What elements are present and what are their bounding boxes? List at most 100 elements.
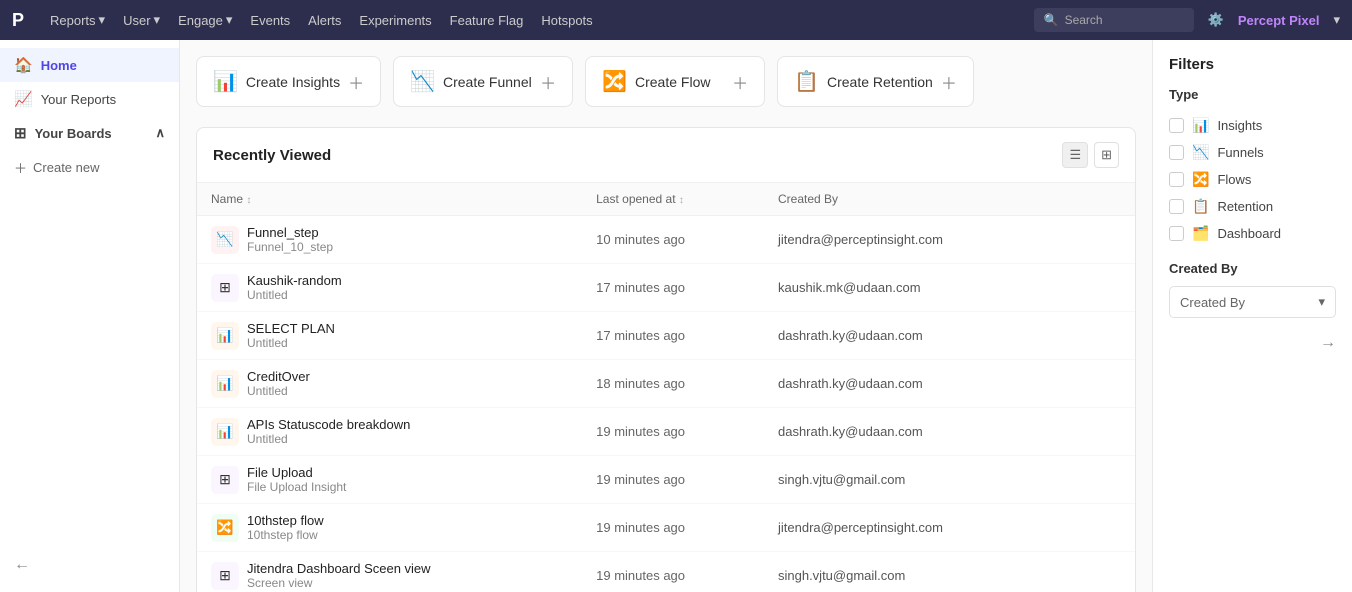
item-type-icon: ⊞ <box>211 466 239 494</box>
item-name: APIs Statuscode breakdown <box>247 417 410 432</box>
item-cell: 📉 Funnel_step Funnel_10_step <box>211 225 568 254</box>
last-opened-sort-icon: ↕ <box>679 195 684 206</box>
item-type-icon: ⊞ <box>211 562 239 590</box>
filter-type-icon: 📉 <box>1192 144 1209 161</box>
filter-checkbox[interactable] <box>1169 172 1184 187</box>
right-filter-panel: Filters Type 📊 Insights 📉 Funnels 🔀 Flow… <box>1152 40 1352 592</box>
funnel-plus-icon: ＋ <box>540 70 556 94</box>
nav-hotspots[interactable]: Hotspots <box>541 13 592 28</box>
item-type-icon: 📉 <box>211 226 239 254</box>
search-icon: 🔍 <box>1044 13 1059 27</box>
nav-alerts[interactable]: Alerts <box>308 13 341 28</box>
main-content: 📊 Create Insights ＋ 📉 Create Funnel ＋ 🔀 … <box>180 40 1152 592</box>
filter-checkbox[interactable] <box>1169 226 1184 241</box>
filter-type-label: Type <box>1169 87 1336 102</box>
item-email: dashrath.ky@udaan.com <box>778 328 923 343</box>
col-last-opened[interactable]: Last opened at ↕ <box>582 183 764 216</box>
item-time: 19 minutes ago <box>596 520 685 535</box>
filter-created-by-label: Created By <box>1169 261 1336 276</box>
filter-type-item[interactable]: 🔀 Flows <box>1169 166 1336 193</box>
item-name: 10thstep flow <box>247 513 324 528</box>
nav-user[interactable]: User ▾ <box>123 12 160 28</box>
retention-plus-icon: ＋ <box>941 70 957 94</box>
insights-card-icon: 📊 <box>213 69 238 94</box>
sidebar-create-new[interactable]: ＋ Create new <box>0 150 179 185</box>
nav-reports[interactable]: Reports ▾ <box>50 12 105 28</box>
filter-panel-title: Filters <box>1169 56 1336 73</box>
create-insights-card[interactable]: 📊 Create Insights ＋ <box>196 56 381 107</box>
table-row[interactable]: ⊞ Kaushik-random Untitled 17 minutes ago… <box>197 264 1135 312</box>
right-panel-collapse-button[interactable]: → <box>1320 334 1336 351</box>
item-type-icon: 📊 <box>211 370 239 398</box>
create-funnel-card[interactable]: 📉 Create Funnel ＋ <box>393 56 573 107</box>
table-row[interactable]: 📊 CreditOver Untitled 18 minutes ago das… <box>197 360 1135 408</box>
search-box[interactable]: 🔍 Search <box>1034 8 1194 32</box>
item-time: 10 minutes ago <box>596 232 685 247</box>
item-time: 18 minutes ago <box>596 376 685 391</box>
retention-card-icon: 📋 <box>794 69 819 94</box>
col-name[interactable]: Name ↕ <box>197 183 582 216</box>
item-name: Jitendra Dashboard Sceen view <box>247 561 431 576</box>
filter-type-label: Dashboard <box>1217 226 1281 241</box>
filter-type-item[interactable]: 📉 Funnels <box>1169 139 1336 166</box>
nav-engage[interactable]: Engage ▾ <box>178 12 232 28</box>
flow-plus-icon: ＋ <box>732 70 748 94</box>
nav-feature-flag[interactable]: Feature Flag <box>450 13 524 28</box>
search-placeholder: Search <box>1065 13 1103 27</box>
settings-icon[interactable]: ⚙️ <box>1208 12 1224 28</box>
list-view-button[interactable]: ☰ <box>1062 142 1088 168</box>
filter-type-icon: 📋 <box>1192 198 1209 215</box>
create-flow-label: Create Flow <box>635 74 710 90</box>
create-flow-card[interactable]: 🔀 Create Flow ＋ <box>585 56 765 107</box>
app-logo: P <box>12 10 24 31</box>
item-name: SELECT PLAN <box>247 321 335 336</box>
item-time: 19 minutes ago <box>596 568 685 583</box>
created-by-placeholder: Created By <box>1180 295 1245 310</box>
grid-view-button[interactable]: ⊞ <box>1094 142 1119 168</box>
funnel-card-icon: 📉 <box>410 69 435 94</box>
item-sub: File Upload Insight <box>247 480 346 494</box>
filter-checkbox[interactable] <box>1169 199 1184 214</box>
create-retention-card[interactable]: 📋 Create Retention ＋ <box>777 56 974 107</box>
item-name: Funnel_step <box>247 225 333 240</box>
filter-type-item[interactable]: 📋 Retention <box>1169 193 1336 220</box>
item-name: CreditOver <box>247 369 310 384</box>
table-row[interactable]: 📉 Funnel_step Funnel_10_step 10 minutes … <box>197 216 1135 264</box>
filter-checkbox[interactable] <box>1169 118 1184 133</box>
item-type-icon: 📊 <box>211 322 239 350</box>
nav-experiments[interactable]: Experiments <box>359 13 431 28</box>
item-email: jitendra@perceptinsight.com <box>778 232 943 247</box>
create-funnel-label: Create Funnel <box>443 74 532 90</box>
recently-viewed-title: Recently Viewed <box>213 147 331 164</box>
item-sub: Untitled <box>247 288 342 302</box>
created-by-dropdown[interactable]: Created By ▾ <box>1169 286 1336 318</box>
sidebar-collapse-button[interactable]: ← <box>14 556 30 573</box>
flow-card-icon: 🔀 <box>602 69 627 94</box>
filter-checkbox[interactable] <box>1169 145 1184 160</box>
item-time: 17 minutes ago <box>596 280 685 295</box>
nav-events[interactable]: Events <box>250 13 290 28</box>
sidebar-item-boards[interactable]: ⊞ Your Boards ∧ <box>0 116 179 150</box>
filter-type-label: Funnels <box>1217 145 1263 160</box>
brand-dropdown-icon[interactable]: ▾ <box>1333 12 1340 28</box>
item-sub: Untitled <box>247 384 310 398</box>
item-sub: Untitled <box>247 336 335 350</box>
table-row[interactable]: 🔀 10thstep flow 10thstep flow 19 minutes… <box>197 504 1135 552</box>
item-email: singh.vjtu@gmail.com <box>778 472 905 487</box>
filter-type-label: Flows <box>1217 172 1251 187</box>
filter-type-item[interactable]: 📊 Insights <box>1169 112 1336 139</box>
home-icon: 🏠 <box>14 56 33 74</box>
table-row[interactable]: ⊞ File Upload File Upload Insight 19 min… <box>197 456 1135 504</box>
table-row[interactable]: 📊 SELECT PLAN Untitled 17 minutes ago da… <box>197 312 1135 360</box>
filter-type-item[interactable]: 🗂️ Dashboard <box>1169 220 1336 247</box>
table-row[interactable]: ⊞ Jitendra Dashboard Sceen view Screen v… <box>197 552 1135 592</box>
create-new-icon: ＋ <box>14 158 27 177</box>
sidebar-item-home[interactable]: 🏠 Home <box>0 48 179 82</box>
reports-icon: 📈 <box>14 90 33 108</box>
boards-collapse-icon: ∧ <box>155 125 165 141</box>
created-by-chevron-icon: ▾ <box>1318 294 1325 310</box>
item-email: jitendra@perceptinsight.com <box>778 520 943 535</box>
item-cell: ⊞ Kaushik-random Untitled <box>211 273 568 302</box>
table-row[interactable]: 📊 APIs Statuscode breakdown Untitled 19 … <box>197 408 1135 456</box>
sidebar-item-reports[interactable]: 📈 Your Reports <box>0 82 179 116</box>
